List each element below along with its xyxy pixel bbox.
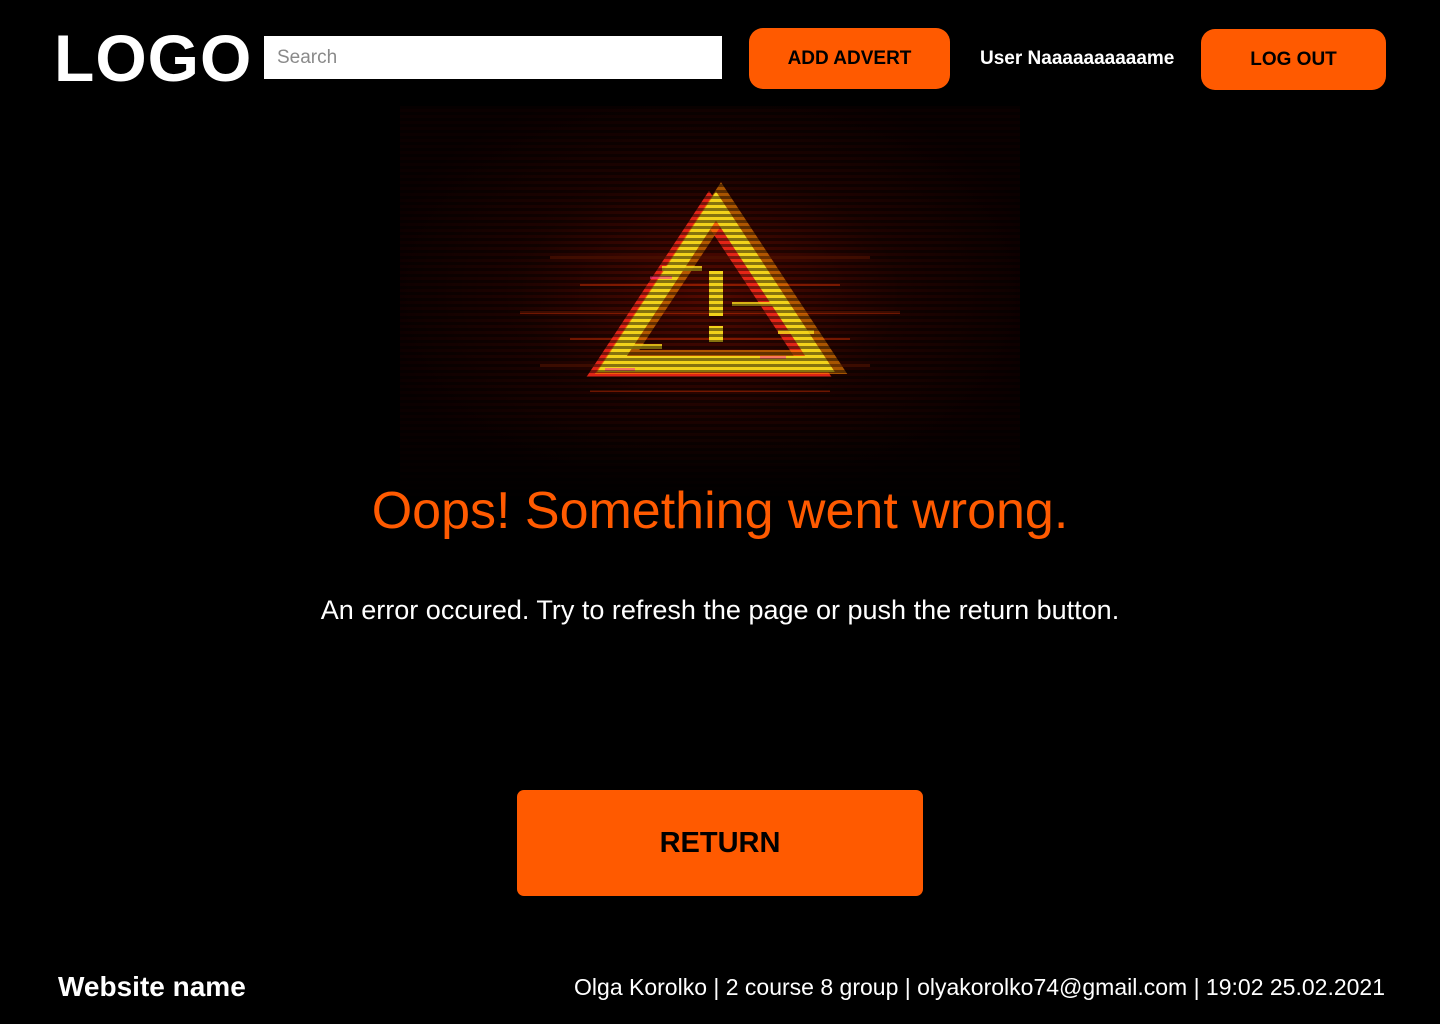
footer-site-name: Website name [58,971,246,1002]
return-button[interactable]: RETURN [517,790,923,896]
add-advert-button[interactable]: ADD ADVERT [749,28,950,89]
error-page: LOGO ADD ADVERT User Naaaaaaaaaame LOG O… [0,0,1440,1024]
error-message: An error occured. Try to refresh the pag… [320,595,1120,625]
search-input[interactable] [264,36,722,79]
footer-info: Olga Korolko | 2 course 8 group | olyako… [574,974,1385,1000]
username: User Naaaaaaaaaame [980,48,1175,69]
error-title: Oops! Something went wrong. [371,482,1069,540]
glitch-warning-triangle-icon [400,106,1020,496]
logo[interactable]: LOGO [54,22,252,94]
logout-button[interactable]: LOG OUT [1201,29,1386,90]
error-illustration [400,106,1020,496]
